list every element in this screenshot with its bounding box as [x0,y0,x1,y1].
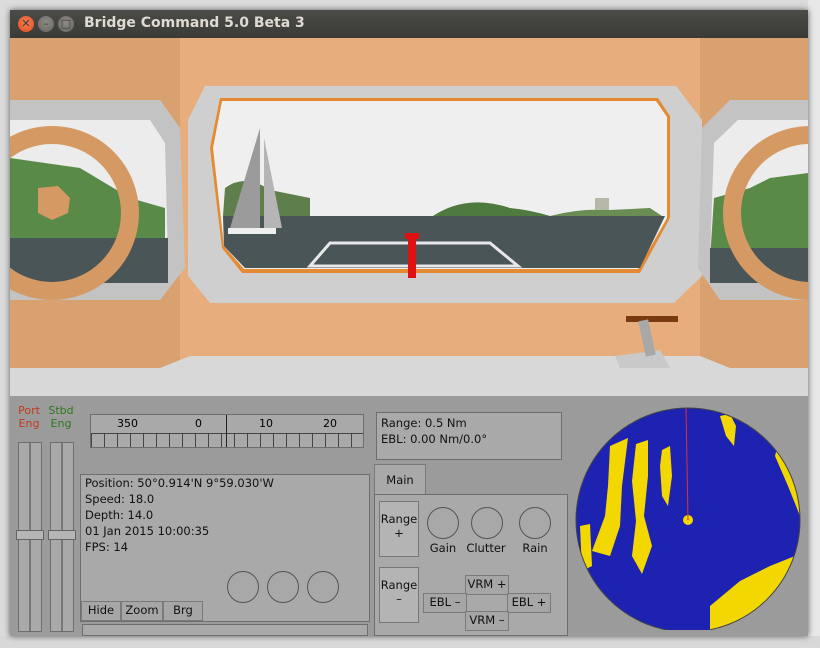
clutter-label: Clutter [466,541,506,555]
radar-ebl-text: EBL: 0.00 Nm/0.0° [381,432,488,446]
vrm-plus-button[interactable]: VRM + [465,575,509,595]
range-minus-label: Range [380,578,418,592]
radar-controls-panel: Range + Range – Gain Clutter Rain VRM + … [374,494,568,636]
rain-dial[interactable] [519,507,551,539]
fps-text: FPS: 14 [85,540,129,554]
window-title: Bridge Command 5.0 Beta 3 [84,15,305,31]
port-engine-label-2: Eng [18,417,40,430]
range-minus-sign: – [396,592,402,606]
position-text: Position: 50°0.914'N 9°59.030'W [85,476,274,490]
ebl-plus-button[interactable]: EBL + [507,593,551,613]
gain-label: Gain [429,541,457,555]
wind-dial [307,571,339,603]
bridge-3d-view[interactable] [10,38,808,396]
title-bar[interactable]: ✕ – □ Bridge Command 5.0 Beta 3 [10,10,808,38]
close-icon[interactable]: ✕ [18,16,34,32]
range-minus-button[interactable]: Range – [379,567,419,623]
control-panel: Port Eng Stbd Eng 350 0 10 20 Position: … [10,396,808,636]
tab-main[interactable]: Main [374,464,426,495]
bearing-button[interactable]: Brg [163,601,203,621]
compass-tick-0: 0 [195,417,202,430]
desktop-background [808,0,820,648]
depth-text: Depth: 14.0 [85,508,154,522]
zoom-button[interactable]: Zoom [121,601,163,621]
port-engine-label: Port [18,404,40,417]
speed-text: Speed: 18.0 [85,492,155,506]
clutter-dial[interactable] [471,507,503,539]
radar-range-text: Range: 0.5 Nm [381,416,467,430]
stbd-engine-label: Stbd [48,404,74,417]
stbd-engine-handle[interactable] [48,530,76,540]
port-window [10,100,185,300]
stbd-engine-label-2: Eng [50,417,72,430]
starboard-window [698,100,808,300]
minimize-icon[interactable]: – [38,16,54,32]
rate-of-turn-dial [267,571,299,603]
range-plus-button[interactable]: Range + [379,501,419,557]
ship-info-panel: Position: 50°0.914'N 9°59.030'W Speed: 1… [80,474,370,622]
rain-label: Rain [522,541,548,555]
compass-tick-10: 10 [259,417,273,430]
radar-display[interactable] [570,406,808,630]
rudder-dial [227,571,259,603]
maximize-icon[interactable]: □ [58,16,74,32]
heading-compass: 350 0 10 20 [90,414,364,448]
gain-dial[interactable] [427,507,459,539]
app-window: ✕ – □ Bridge Command 5.0 Beta 3 Port Eng… [10,10,808,636]
hide-button[interactable]: Hide [81,601,121,621]
compass-tick-20: 20 [323,417,337,430]
desktop-taskbar-strip [0,636,820,648]
range-plus-label: Range [380,512,418,526]
vrm-minus-button[interactable]: VRM – [465,611,509,631]
rudder-slider[interactable] [82,624,368,636]
port-engine-handle[interactable] [16,530,44,540]
forward-window [188,86,702,303]
ebl-minus-button[interactable]: EBL – [423,593,467,613]
range-plus-sign: + [394,526,404,540]
tab-main-label: Main [386,473,414,487]
radar-readout: Range: 0.5 Nm EBL: 0.00 Nm/0.0° [376,412,562,460]
datetime-text: 01 Jan 2015 10:00:35 [85,524,210,538]
compass-tick-350: 350 [117,417,138,430]
